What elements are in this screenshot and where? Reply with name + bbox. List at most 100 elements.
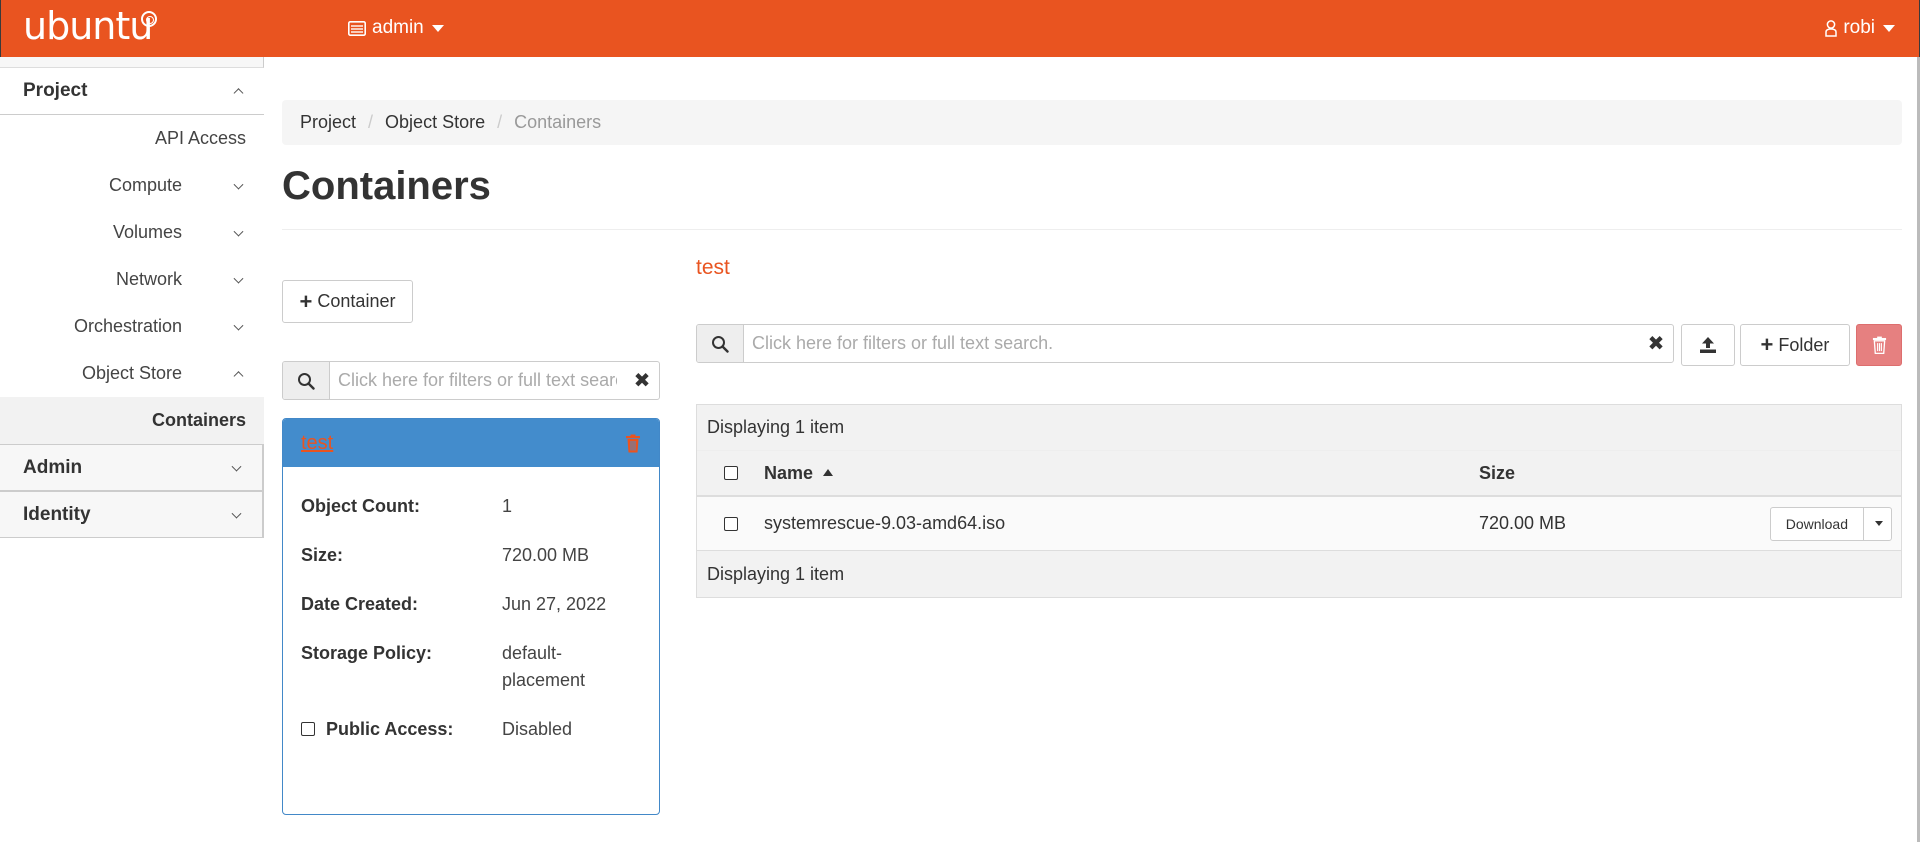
search-icon: [712, 335, 729, 353]
chevron-up-icon: [233, 370, 244, 381]
project-list-icon: [348, 20, 366, 36]
breadcrumb-separator: /: [497, 112, 503, 132]
trash-icon: [1872, 336, 1886, 354]
search-addon: [283, 362, 330, 399]
container-name-link[interactable]: test: [301, 432, 333, 455]
container-card-header[interactable]: test: [283, 419, 659, 467]
date-created-label: Date Created:: [301, 594, 419, 614]
upload-file-button[interactable]: [1681, 324, 1735, 366]
sidebar-item-label: API Access: [154, 128, 246, 148]
breadcrumb-separator: /: [368, 112, 374, 132]
add-container-button[interactable]: + Container: [282, 280, 413, 323]
sidebar-section-label: Project: [23, 80, 88, 101]
chevron-down-icon: [233, 179, 244, 190]
breadcrumb-project[interactable]: Project: [300, 112, 356, 133]
breadcrumb-current: Containers: [514, 112, 602, 132]
size-value: 720.00 MB: [502, 545, 590, 565]
title-divider: [282, 229, 1902, 230]
name-column-label: Name: [764, 462, 814, 483]
sidebar-item-api-access[interactable]: API Access: [0, 115, 264, 162]
object-name[interactable]: systemrescue-9.03-amd64.iso: [764, 513, 1479, 534]
delete-objects-button[interactable]: [1856, 324, 1902, 366]
storage-policy-label: Storage Policy:: [301, 643, 433, 663]
caret-down-icon: [431, 24, 444, 32]
storage-policy-value: default- placement: [502, 640, 585, 694]
select-all-checkbox[interactable]: [723, 466, 738, 480]
sidebar-item-label: Network: [115, 269, 182, 289]
clear-search-icon[interactable]: ✖: [625, 362, 659, 399]
storage-policy-row: Storage Policy: default- placement: [301, 640, 641, 694]
public-access-row: Public Access: Disabled: [301, 716, 641, 743]
storage-policy-line-1: default-: [502, 643, 563, 663]
sidebar-item-compute[interactable]: Compute: [0, 162, 264, 209]
search-icon: [298, 372, 315, 390]
storage-policy-line-2: placement: [502, 670, 586, 690]
object-count-value: 1: [502, 496, 513, 516]
container-card-body: Object Count: 1 Size: 720.00 MB Date Cre…: [283, 467, 659, 743]
breadcrumb-object-store[interactable]: Object Store: [385, 112, 485, 133]
table-row: systemrescue-9.03-amd64.iso 720.00 MB Do…: [697, 497, 1901, 551]
date-created-row: Date Created: Jun 27, 2022: [301, 591, 641, 618]
object-search: ✖: [696, 324, 1674, 363]
plus-icon: +: [1760, 332, 1774, 357]
sidebar-item-volumes[interactable]: Volumes: [0, 209, 264, 256]
page-title: Containers: [282, 164, 491, 208]
sort-ascending-icon: [823, 468, 834, 476]
row-checkbox[interactable]: [723, 516, 738, 531]
sidebar-item-orchestration[interactable]: Orchestration: [0, 303, 264, 350]
sidebar-top-strip: [0, 57, 264, 68]
sidebar-section-label: Identity: [23, 503, 91, 525]
size-row: Size: 720.00 MB: [301, 542, 641, 569]
container-card: test Object Count: 1 Size: 720.00 MB Dat…: [282, 418, 660, 815]
download-button[interactable]: Download: [1771, 508, 1863, 540]
objects-table: Displaying 1 item Name Size systemrescue…: [696, 404, 1902, 598]
name-column-header[interactable]: Name: [764, 463, 1479, 484]
sidebar-item-label: Containers: [151, 410, 246, 430]
object-search-input[interactable]: [744, 325, 1639, 362]
sidebar-item-label: Compute: [108, 175, 182, 195]
chevron-down-icon: [231, 461, 242, 472]
breadcrumb: Project / Object Store / Containers: [282, 100, 1902, 145]
top-navbar: ubuntu admin robi: [0, 0, 1920, 57]
download-button-group: Download: [1769, 506, 1892, 541]
object-size: 720.00 MB: [1479, 513, 1567, 533]
public-access-checkbox[interactable]: [301, 722, 315, 736]
sidebar-item-containers[interactable]: Containers: [0, 397, 264, 444]
clear-search-icon[interactable]: ✖: [1639, 325, 1673, 362]
user-dropdown-label: robi: [1843, 17, 1875, 38]
table-count-bottom: Displaying 1 item: [697, 551, 1901, 597]
sidebar-section-project[interactable]: Project: [0, 68, 264, 115]
project-dropdown[interactable]: admin: [348, 17, 444, 39]
size-label: Size:: [301, 545, 344, 565]
container-search: ✖: [282, 361, 660, 400]
project-dropdown-label: admin: [372, 17, 424, 38]
chevron-down-icon: [233, 320, 244, 331]
caret-down-icon: [1883, 24, 1895, 32]
date-created-value: Jun 27, 2022: [502, 594, 607, 614]
user-dropdown[interactable]: robi: [1825, 17, 1895, 39]
chevron-down-icon: [231, 508, 242, 519]
row-actions: Download: [1729, 506, 1901, 541]
sidebar-item-label: Orchestration: [73, 316, 182, 336]
selected-container-title: test: [696, 256, 730, 279]
object-count-label: Object Count:: [301, 496, 420, 516]
container-search-input[interactable]: [330, 362, 625, 399]
ubuntu-logo[interactable]: ubuntu: [23, 4, 153, 48]
ubuntu-circle-icon: [141, 11, 157, 27]
sidebar-section-admin[interactable]: Admin: [0, 444, 264, 491]
sidebar-section-identity[interactable]: Identity: [0, 491, 264, 538]
search-addon: [697, 325, 744, 362]
user-icon: [1825, 19, 1838, 37]
sidebar-item-network[interactable]: Network: [0, 256, 264, 303]
delete-container-trash-icon[interactable]: [625, 434, 641, 453]
chevron-up-icon: [233, 88, 244, 99]
public-access-label: Public Access:: [326, 719, 454, 739]
chevron-down-icon: [233, 226, 244, 237]
public-access-value: Disabled: [502, 719, 573, 739]
table-header: Name Size: [697, 451, 1901, 497]
row-actions-dropdown[interactable]: [1863, 507, 1891, 540]
size-column-header[interactable]: Size: [1479, 463, 1729, 484]
add-folder-button[interactable]: + Folder: [1740, 324, 1850, 366]
sidebar-section-label: Admin: [23, 456, 83, 478]
sidebar-item-object-store[interactable]: Object Store: [0, 350, 264, 397]
